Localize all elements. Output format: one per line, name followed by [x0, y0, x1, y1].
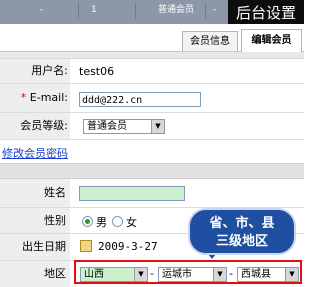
section-divider	[0, 163, 304, 179]
callout-line: 三级地区	[215, 234, 268, 249]
calendar-icon[interactable]	[80, 240, 92, 252]
backend-settings-title: 后台设置	[228, 0, 304, 27]
divider	[135, 3, 136, 19]
gender-label: 性别	[0, 208, 70, 233]
gender-male-label: 男	[96, 216, 107, 229]
name-label: 姓名	[0, 179, 70, 207]
header-strip	[0, 52, 304, 59]
divider	[205, 3, 206, 19]
member-level-select[interactable]: 普通会员 ▼	[83, 119, 165, 134]
name-row: 姓名	[0, 179, 304, 207]
change-password-link[interactable]: 修改会员密码	[2, 145, 68, 161]
username-label: 用户名:	[0, 59, 70, 83]
level-label: 会员等级:	[0, 113, 70, 139]
radio-selected-icon	[82, 216, 93, 227]
change-password-row: 修改会员密码	[0, 140, 304, 163]
email-label-text: E-mail:	[26, 91, 68, 104]
radio-icon	[112, 216, 123, 227]
member-level-value: 普通会员	[87, 121, 127, 132]
divider	[78, 3, 79, 19]
username-value: test06	[79, 65, 115, 78]
region-label: 地区	[0, 261, 70, 287]
tab-member-info[interactable]: 会员信息	[182, 31, 238, 51]
topbar-item: 1	[91, 5, 97, 15]
username-row: 用户名: test06	[0, 59, 304, 83]
birthday-value[interactable]: 2009-3-27	[98, 240, 158, 253]
topbar-item: -	[213, 5, 217, 15]
tab-edit-member[interactable]: 编辑会员	[241, 29, 302, 52]
email-field[interactable]: ddd@222.cn	[79, 92, 201, 107]
email-label: * E-mail:	[0, 84, 70, 112]
email-row: * E-mail: ddd@222.cn	[0, 84, 304, 112]
topbar-item: 普通会员	[158, 5, 195, 15]
level-row: 会员等级: 普通会员 ▼	[0, 113, 304, 139]
name-field[interactable]	[79, 186, 185, 201]
region-highlight-box	[74, 260, 302, 284]
gender-option-female[interactable]: 女	[112, 214, 137, 230]
tab-bar: 会员信息 编辑会员	[0, 24, 304, 52]
gender-female-label: 女	[126, 216, 137, 229]
topbar-item: -	[40, 5, 44, 15]
callout-line: 省、市、县	[209, 216, 275, 231]
chevron-down-icon: ▼	[151, 120, 164, 133]
gender-option-male[interactable]: 男	[82, 214, 107, 230]
birthday-label: 出生日期	[0, 234, 70, 260]
region-callout: 省、市、县 三级地区	[188, 208, 296, 255]
